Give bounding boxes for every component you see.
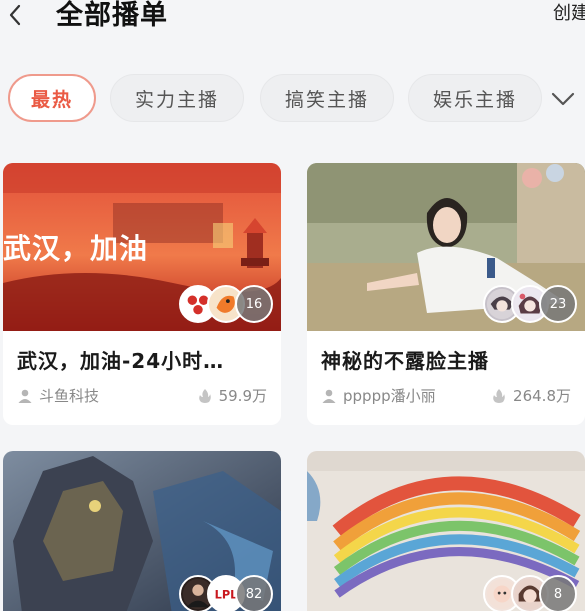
avatar-stack: 23 [483, 285, 577, 323]
more-tabs-button[interactable] [548, 84, 578, 114]
avatar-stack: LPL 82 [179, 575, 273, 611]
avatar-stack: 8 [483, 575, 577, 611]
author-name: ppppp潘小丽 [343, 387, 436, 405]
cover-caption: 武汉，加油 [3, 232, 149, 265]
playlist-cover: 23 [307, 163, 585, 331]
tab-entertainment[interactable]: 娱乐主播 [408, 74, 542, 122]
header: 全部播单 创建 [0, 0, 585, 60]
lpl-logo-text: LPL [215, 588, 238, 602]
author-name: 斗鱼科技 [39, 387, 100, 405]
back-button[interactable] [2, 2, 28, 28]
member-count: 8 [539, 575, 577, 611]
member-count: 16 [235, 285, 273, 323]
flame-icon [493, 388, 505, 403]
playlist-meta: 斗鱼科技 59.9万 [3, 375, 281, 406]
member-count: 82 [235, 575, 273, 611]
member-count: 23 [539, 285, 577, 323]
tab-talent[interactable]: 实力主播 [110, 74, 244, 122]
playlist-card[interactable]: 23 神秘的不露脸主播 ppppp潘小丽 264.8万 [307, 163, 585, 425]
create-button[interactable]: 创建 [553, 2, 585, 26]
playlist-meta: ppppp潘小丽 264.8万 [307, 375, 585, 406]
playlist-cover: 武汉，加油 16 [3, 163, 281, 331]
user-icon [322, 389, 336, 403]
view-count: 264.8万 [513, 387, 571, 405]
page-title: 全部播单 [56, 0, 168, 31]
playlist-card[interactable]: 8 [307, 451, 585, 611]
flame-icon [198, 388, 211, 403]
playlist-card[interactable]: 武汉，加油 16 武汉，加油-24小时… 斗鱼科技 59.9万 [3, 163, 281, 425]
chevron-left-icon [9, 4, 21, 26]
view-count: 59.9万 [218, 387, 267, 405]
tab-hot[interactable]: 最热 [8, 74, 96, 122]
tab-comedy[interactable]: 搞笑主播 [260, 74, 394, 122]
playlist-card[interactable]: LPL 82 [3, 451, 281, 611]
user-icon [18, 389, 32, 403]
playlist-title: 神秘的不露脸主播 [321, 349, 489, 373]
avatar-stack: 16 [179, 285, 273, 323]
category-tabs: 最热 实力主播 搞笑主播 娱乐主播 [0, 62, 585, 136]
playlist-title: 武汉，加油-24小时… [17, 349, 225, 373]
playlist-cover: 8 [307, 451, 585, 611]
playlist-cover: LPL 82 [3, 451, 281, 611]
chevron-down-icon [551, 92, 575, 106]
